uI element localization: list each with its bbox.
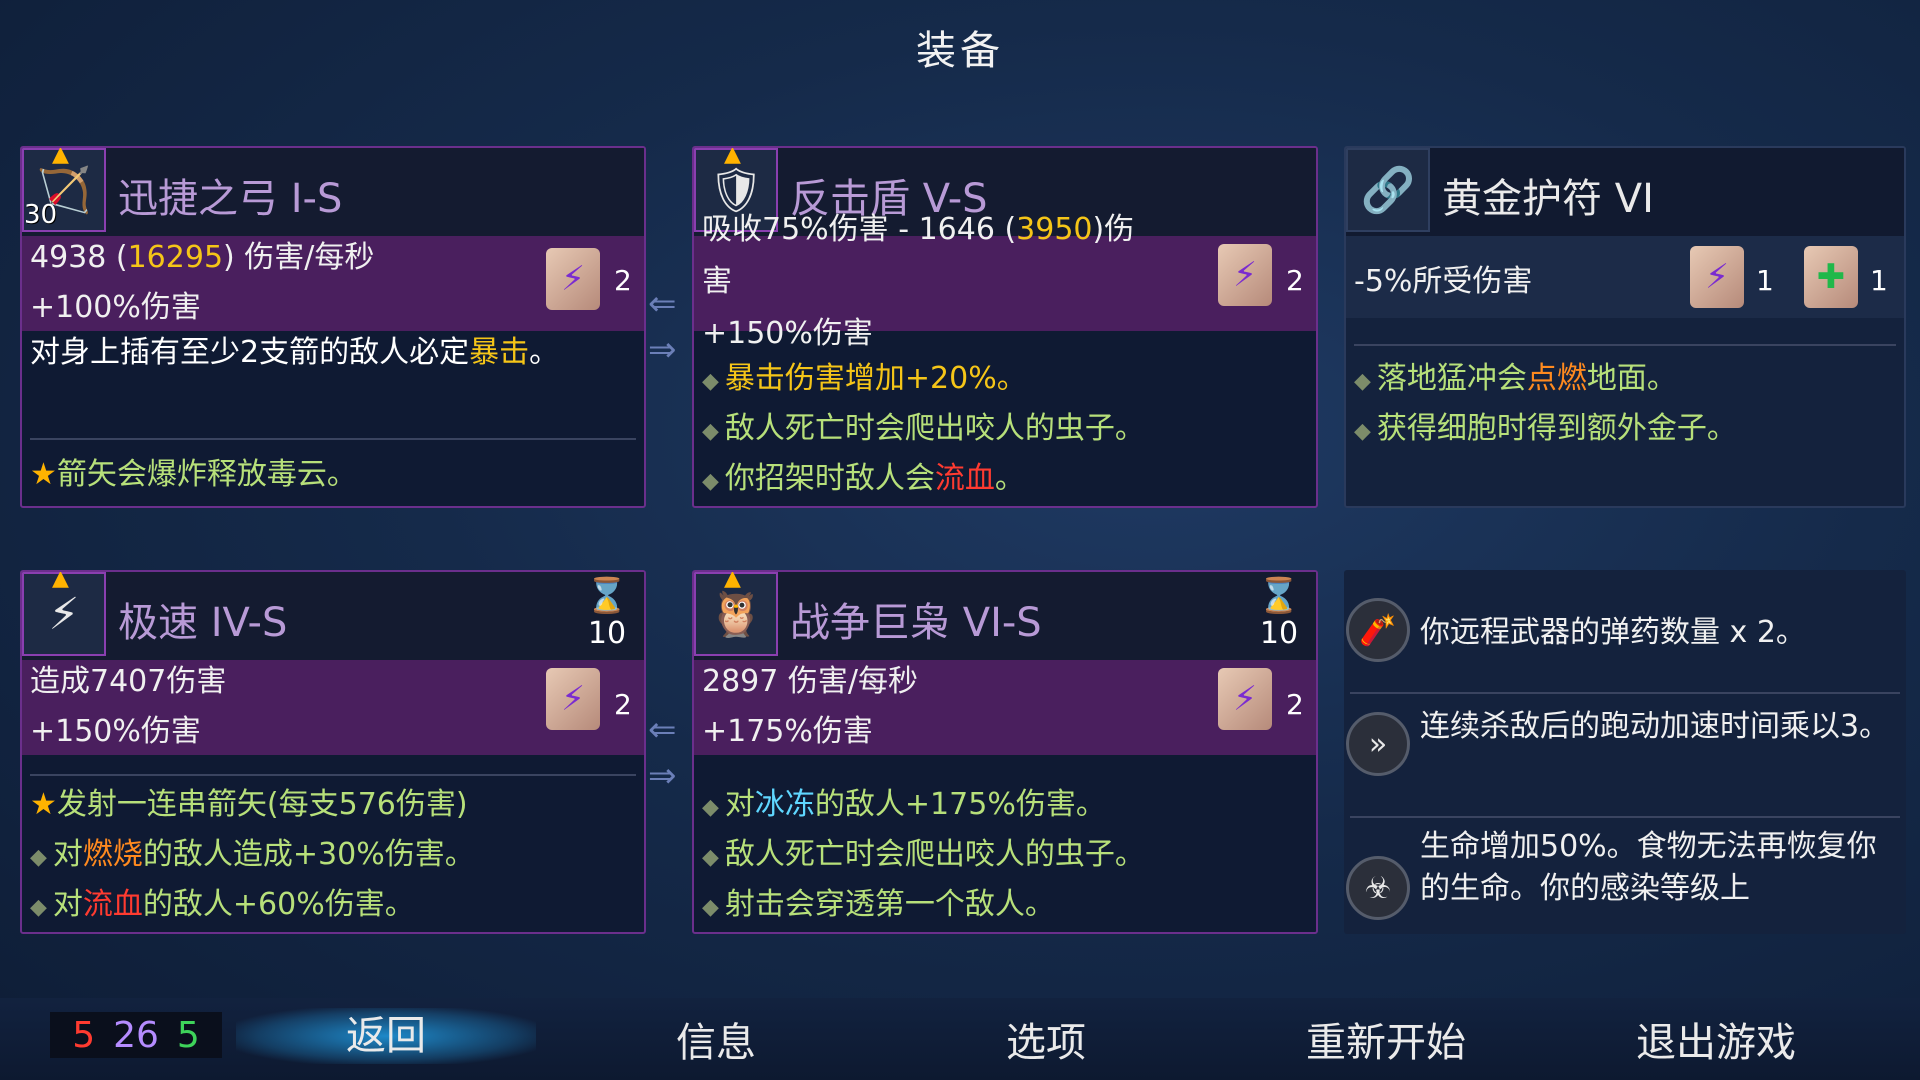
scroll-icon: ⚡ <box>1218 668 1272 730</box>
divider <box>30 438 636 440</box>
item-affix: ◆ 落地猛冲会点燃地面。 <box>1354 361 1677 396</box>
mutation-item[interactable]: » 连续杀敌后的跑动加速时间乘以3。 <box>1346 706 1904 776</box>
divider <box>1350 816 1900 818</box>
stats-counter: 5 26 5 <box>50 1012 222 1058</box>
item-card-amulet[interactable]: 🔗 黄金护符 VI -5%所受伤害 ⚡ 1 ✚ 1 ◆ 落地猛冲会点燃地面。 ◆ 获… <box>1344 146 1906 508</box>
scroll-icon: ⚡ <box>1690 246 1744 308</box>
divider <box>1354 344 1896 346</box>
item-level: 30 <box>24 200 58 230</box>
swap-left-arrow-icon[interactable]: ⇐ <box>648 284 677 324</box>
item-defense: -5%所受伤害 <box>1354 264 1533 299</box>
ammo-icon: 🧨 <box>1346 598 1410 662</box>
divider <box>30 774 636 776</box>
scroll-icon: ⚡ <box>546 248 600 310</box>
item-dps: 2897 伤害/每秒 <box>702 664 918 699</box>
scroll-count: 1 <box>1756 264 1774 297</box>
item-effect: 对身上插有至少2支箭的敌人必定暴击。 <box>30 335 560 370</box>
scroll-icon: ⚡ <box>1218 244 1272 306</box>
options-button[interactable]: 选项 <box>946 1010 1146 1068</box>
item-affix: ◆ 对燃烧的敌人造成+30%伤害。 <box>30 837 475 872</box>
hourglass-icon: ⌛ <box>585 576 629 616</box>
item-bonus: +100%伤害 <box>30 290 201 325</box>
star-icon: ★ <box>30 457 57 492</box>
cooldown: ⌛ 10 <box>582 576 632 651</box>
item-affix: ◆ 对流血的敌人+60%伤害。 <box>30 887 415 922</box>
card-header <box>22 572 644 660</box>
mutation-item[interactable]: 🧨 你远程武器的弹药数量 x 2。 <box>1346 592 1904 662</box>
quit-button[interactable]: 退出游戏 <box>1606 1010 1826 1068</box>
brutality-stat: 5 <box>72 1014 96 1056</box>
scroll-count: 2 <box>1286 264 1304 297</box>
item-affix: ◆ 暴击伤害增加+20%。 <box>702 361 1027 396</box>
mutation-text: 连续杀敌后的跑动加速时间乘以3。 <box>1420 709 1890 744</box>
skill-card-speed[interactable]: ⚡ ▲ 极速 IV-S ⌛ 10 造成7407伤害 +150%伤害 ⚡ 2 ★发射… <box>20 570 646 934</box>
mutation-text: 你远程武器的弹药数量 x 2。 <box>1420 615 1806 650</box>
item-affix: ★箭矢会爆炸释放毒云。 <box>30 457 357 492</box>
item-affix: ★发射一连串箭矢(每支576伤害) <box>30 787 468 822</box>
crown-icon: ▲ <box>724 146 741 167</box>
item-card-bow[interactable]: 🏹 30 ▲ 迅捷之弓 I-S 4938 (16295) 伤害/每秒 +100%伤… <box>20 146 646 508</box>
mutation-item[interactable]: ☣ 生命增加50%。食物无法再恢复你的生命。你的感染等级上 <box>1346 826 1904 920</box>
item-affix: ◆ 敌人死亡时会爬出咬人的虫子。 <box>702 837 1145 872</box>
back-button[interactable]: 返回 <box>236 1008 536 1064</box>
star-icon: ★ <box>30 787 57 822</box>
scroll-count: 2 <box>614 688 632 721</box>
item-bonus: +175%伤害 <box>702 714 873 749</box>
hourglass-icon: ⌛ <box>1257 576 1301 616</box>
item-affix: ◆ 你招架时敌人会流血。 <box>702 461 1025 496</box>
divider <box>1350 692 1900 694</box>
info-button[interactable]: 信息 <box>616 1010 816 1068</box>
item-affix: ◆ 获得细胞时得到额外金子。 <box>1354 411 1737 446</box>
swap-right-arrow-icon[interactable]: ⇒ <box>648 756 677 796</box>
scroll-count: 2 <box>1286 688 1304 721</box>
swap-right-arrow-icon[interactable]: ⇒ <box>648 330 677 370</box>
crown-icon: ▲ <box>724 570 741 591</box>
cooldown: ⌛ 10 <box>1254 576 1304 651</box>
scroll-count: 1 <box>1870 264 1888 297</box>
item-bonus: +150%伤害 <box>30 714 201 749</box>
item-name: 战争巨枭 VI-S <box>790 600 1042 646</box>
swap-left-arrow-icon[interactable]: ⇐ <box>648 710 677 750</box>
tactics-stat: 26 <box>113 1014 159 1056</box>
item-name: 迅捷之弓 I-S <box>118 176 343 222</box>
item-absorb: 吸收75%伤害 - 1646 (3950)伤 <box>702 212 1135 247</box>
skill-card-owl[interactable]: 🦉 ▲ 战争巨枭 VI-S ⌛ 10 2897 伤害/每秒 +175%伤害 ⚡ 2… <box>692 570 1318 934</box>
item-absorb-cont: 害 <box>702 264 732 299</box>
amulet-icon: 🔗 <box>1346 148 1430 232</box>
item-name: 黄金护符 VI <box>1442 176 1654 222</box>
item-affix: ◆ 射击会穿透第一个敌人。 <box>702 887 1055 922</box>
item-bonus: +150%伤害 <box>702 316 873 351</box>
restart-button[interactable]: 重新开始 <box>1276 1010 1496 1068</box>
item-damage: 造成7407伤害 <box>30 664 227 699</box>
scroll-icon: ⚡ <box>546 668 600 730</box>
item-name: 极速 IV-S <box>118 600 288 646</box>
crown-icon: ▲ <box>52 146 69 167</box>
item-affix: ◆ 敌人死亡时会爬出咬人的虫子。 <box>702 411 1145 446</box>
item-dps: 4938 (16295) 伤害/每秒 <box>30 240 375 275</box>
infection-icon: ☣ <box>1346 856 1410 920</box>
item-affix: ◆ 对冰冻的敌人+175%伤害。 <box>702 787 1106 822</box>
speed-boost-icon: » <box>1346 712 1410 776</box>
survival-stat: 5 <box>176 1014 200 1056</box>
health-scroll-icon: ✚ <box>1804 246 1858 308</box>
bottom-menu-bar: 5 26 5 返回 信息 选项 重新开始 退出游戏 <box>0 998 1920 1080</box>
screen-title: 装备 <box>916 28 1004 74</box>
item-card-shield[interactable]: 🛡 ▲ 反击盾 V-S 吸收75%伤害 - 1646 (3950)伤 害 +15… <box>692 146 1318 508</box>
mutation-text: 生命增加50%。食物无法再恢复你的生命。你的感染等级上 <box>1420 829 1877 906</box>
crown-icon: ▲ <box>52 570 69 591</box>
scroll-count: 2 <box>614 264 632 297</box>
